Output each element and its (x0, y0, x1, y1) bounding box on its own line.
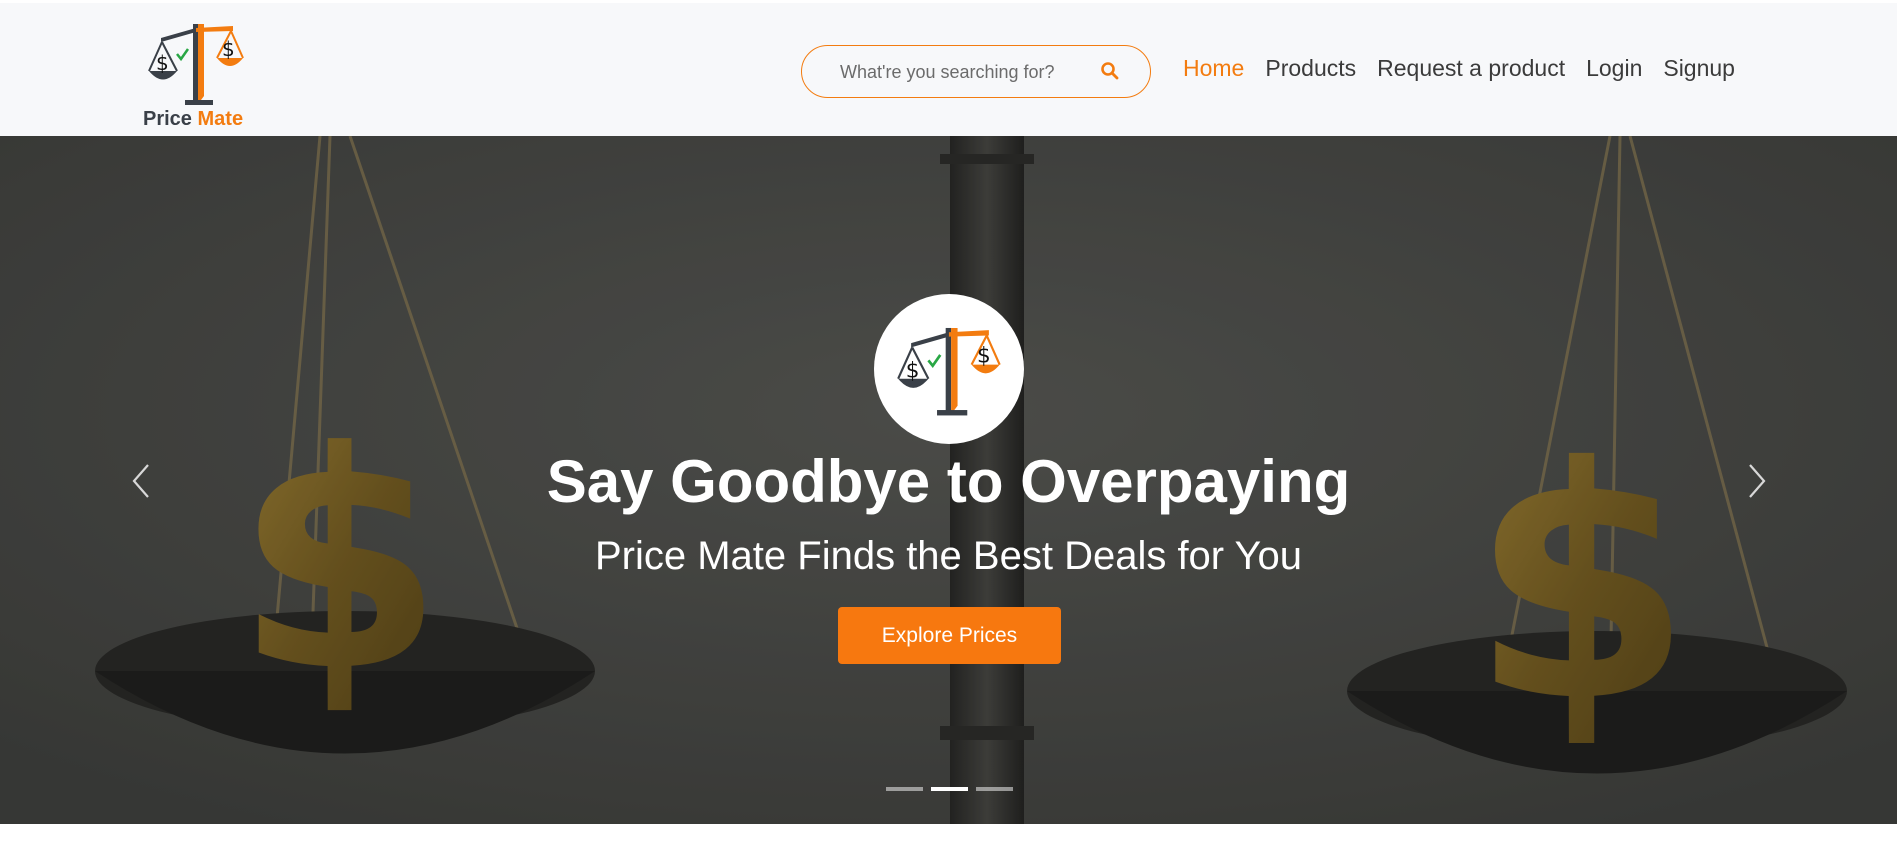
search-input[interactable] (838, 46, 1102, 98)
nav-home[interactable]: Home (1183, 55, 1244, 82)
svg-text:$: $ (977, 344, 991, 369)
hero-carousel: $ $ $ $ Say Goodbye to Overpaying Price … (0, 136, 1897, 824)
site-header: $ $ Price Mate Home Products Request a p… (0, 3, 1897, 136)
brand-name-part2: Mate (197, 108, 244, 130)
hero-subtitle: Price Mate Finds the Best Deals for You (594, 534, 1303, 578)
chevron-right-icon[interactable] (1742, 459, 1772, 503)
search-bar (801, 45, 1151, 98)
scale-logo-icon: $ $ (148, 24, 244, 105)
carousel-indicator-3[interactable] (976, 787, 1013, 791)
carousel-indicator-1[interactable] (886, 787, 923, 791)
nav-request-product[interactable]: Request a product (1377, 55, 1565, 82)
carousel-indicators (886, 787, 1013, 791)
main-nav: Home Products Request a product Login Si… (1183, 55, 1756, 82)
svg-text:$: $ (906, 359, 920, 384)
nav-login[interactable]: Login (1586, 55, 1642, 82)
nav-signup[interactable]: Signup (1663, 55, 1735, 82)
svg-text:$: $ (222, 37, 235, 61)
carousel-indicator-2[interactable] (931, 787, 968, 791)
svg-text:$: $ (156, 51, 169, 75)
nav-products[interactable]: Products (1265, 55, 1356, 82)
brand-name-part1: Price (143, 108, 192, 130)
hero-logo-badge: $ $ (874, 294, 1024, 444)
hero-title: Say Goodbye to Overpaying (546, 448, 1351, 515)
search-icon[interactable] (1100, 61, 1120, 81)
scale-logo-icon: $ $ (897, 327, 1001, 416)
brand-logo[interactable]: $ $ Price Mate (141, 16, 253, 134)
chevron-left-icon[interactable] (126, 459, 156, 503)
brand-name: Price Mate (143, 108, 243, 131)
explore-prices-button[interactable]: Explore Prices (838, 607, 1061, 664)
